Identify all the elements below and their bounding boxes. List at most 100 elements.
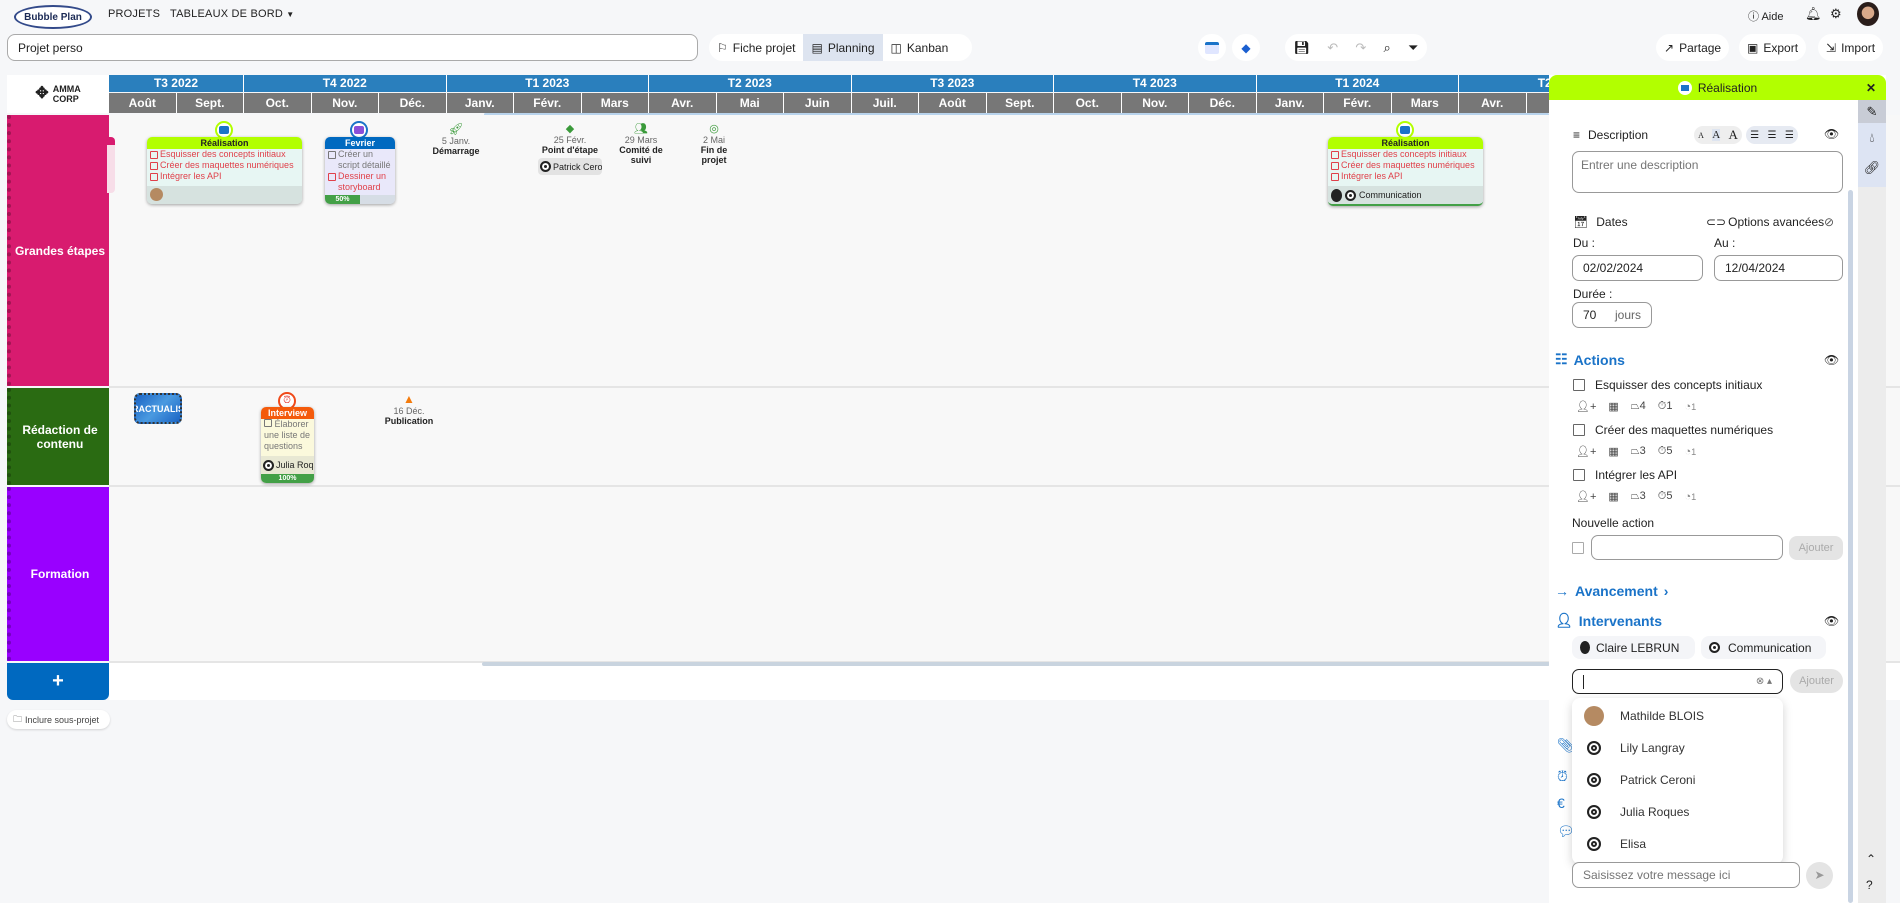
chevron-up-icon[interactable]: ⌃ [1866,852,1876,866]
add-user-icon[interactable]: 👤︎+ [1576,400,1596,413]
message-input[interactable] [1572,862,1800,888]
share-button[interactable]: ↗ Partage [1656,34,1730,61]
clear-and-caret-icons[interactable]: ⊗ ▴ [1756,676,1772,687]
add-user-icon[interactable]: 👤︎+ [1576,490,1596,503]
euro-icon[interactable]: € [1557,795,1565,811]
action-checkbox[interactable] [1573,379,1585,391]
card-task[interactable]: Esquisser des concepts initiaux [1328,149,1483,160]
eye-icon[interactable]: 👁︎ [1824,127,1839,141]
lightbulb-help-icon[interactable]: ? [1866,878,1873,892]
eye-icon[interactable]: 👁︎ [1824,353,1839,367]
duration-input[interactable]: 70 jours [1572,302,1652,328]
card-task[interactable]: Intégrer les API [1328,171,1483,182]
bell-icon[interactable]: 🔔︎ [1805,6,1822,22]
milestone-comite[interactable]: 👥︎ 29 Mars Comité de suivi [606,122,676,165]
dropdown-option[interactable]: Mathilde BLOIS [1572,701,1783,731]
nav-projects[interactable]: PROJETS [108,8,160,20]
card-task[interactable]: Créer des maquettes numériques [1328,160,1483,171]
font-small-icon[interactable]: A [1698,131,1704,140]
milestone-point-etape[interactable]: ◆25 Févr.Point d'étape Patrick Ceron [535,122,605,175]
card-task[interactable]: Esquisser des concepts initiaux [147,149,302,160]
card-realisation-selected[interactable]: Réalisation Esquisser des concepts initi… [1328,137,1483,206]
horizontal-scrollbar[interactable] [482,662,1550,666]
card-task[interactable]: Dessiner un storyboard [325,171,395,193]
milestone-view-button[interactable]: ◆ [1232,34,1260,61]
align-right-icon[interactable]: ☰ [1785,130,1794,141]
calendar-add-icon[interactable]: ▦ [1608,490,1618,503]
logo[interactable]: Bubble Plan [14,5,92,29]
dropdown-option[interactable]: Julia Roques [1572,797,1783,827]
from-date-input[interactable]: 02/02/2024 [1572,255,1703,281]
panel-scrollbar[interactable] [1848,190,1853,903]
action-item[interactable]: Intégrer les API [1573,468,1677,482]
align-left-icon[interactable]: ☰ [1750,130,1759,141]
people-combobox[interactable]: ⊗ ▴ [1572,669,1783,694]
search-icon[interactable]: ⌕ [1383,40,1390,56]
card-realisation[interactable]: Réalisation Esquisser des concepts initi… [147,137,302,204]
export-button[interactable]: ▣ Export [1739,34,1807,61]
calendar-add-icon[interactable]: ▦ [1608,400,1618,413]
card-interview[interactable]: Interview Élaborer une liste de question… [261,407,314,483]
row-label-formation[interactable]: Formation [7,487,109,661]
tab-fiche-projet[interactable]: ⚐ Fiche projet [709,34,803,61]
add-row-button[interactable]: + [7,663,109,700]
drop-icon[interactable]: 💧︎ [1869,123,1874,153]
assignee-chip[interactable]: Patrick Ceron [538,158,602,175]
row-label-redaction[interactable]: Rédaction de contenu [7,388,109,485]
align-center-icon[interactable]: ☰ [1768,130,1777,141]
new-action-input[interactable] [1591,535,1783,560]
alarm-icon[interactable]: ⏰︎ [1557,768,1568,785]
action-checkbox[interactable] [1573,469,1585,481]
filter-icon[interactable]: ⏷ [1408,40,1418,56]
font-large-icon[interactable]: A [1728,127,1737,143]
font-medium-icon[interactable]: A [1712,129,1721,141]
close-icon[interactable]: ✕ [1866,81,1876,95]
calendar-view-button[interactable] [1198,34,1226,61]
eye-off-icon[interactable]: ⊘ [1824,215,1834,229]
link-icon[interactable]: 🔗︎ [1864,153,1881,183]
progress-heading[interactable]: → Avancement › [1555,583,1668,599]
milestone-demarrage[interactable]: 🚀︎ 5 Janv. Démarrage [421,122,491,156]
edit-document-icon[interactable]: ✎ [1858,100,1886,123]
add-action-button[interactable]: Ajouter [1789,536,1843,560]
tab-kanban[interactable]: ◫ Kanban [883,34,957,61]
partial-card[interactable] [107,137,115,193]
card-task[interactable]: Créer des maquettes numériques [147,160,302,171]
add-user-icon[interactable]: 👤︎+ [1576,445,1596,458]
action-checkbox[interactable] [1573,424,1585,436]
calendar-add-icon[interactable]: ▦ [1608,445,1618,458]
milestone-publication[interactable]: ▲ 16 Déc. Publication [374,392,444,426]
save-icon[interactable]: 💾︎ [1294,40,1311,56]
new-action-checkbox[interactable] [1572,542,1584,554]
card-task[interactable]: Intégrer les API [147,171,302,182]
gear-icon[interactable]: ⚙ [1830,6,1842,22]
help-button[interactable]: ⓘ Aide [1748,8,1783,24]
ractualis-badge[interactable]: RACTUALIS [134,393,182,424]
dropdown-option[interactable]: Patrick Ceroni [1572,765,1783,795]
eye-icon[interactable]: 👁︎ [1824,614,1839,628]
redo-icon[interactable]: ↷ [1355,40,1366,56]
person-chip[interactable]: Communication [1701,636,1826,659]
include-subproject-button[interactable]: 🗀︎ Inclure sous-projet [7,710,110,729]
milestone-fin-projet[interactable]: ◎ 2 Mai Fin de projet [679,122,749,165]
send-button[interactable]: ➤ [1806,862,1833,889]
project-selector[interactable]: Projet perso [7,34,698,61]
person-chip[interactable]: Claire LEBRUN [1572,636,1695,659]
to-date-input[interactable]: 12/04/2024 [1714,255,1843,281]
add-person-button[interactable]: Ajouter [1790,669,1843,693]
dropdown-option[interactable]: Elisa [1572,829,1783,859]
avatar[interactable] [1857,2,1879,26]
description-input[interactable] [1572,151,1843,193]
card-fevrier[interactable]: Fevrier Créer un script détaillé Dessine… [325,137,395,204]
nav-dashboards[interactable]: TABLEAUX DE BORD ▼ [170,8,294,20]
row-label-grandes-etapes[interactable]: Grandes étapes [7,115,109,386]
card-task[interactable]: Créer un script détaillé [325,149,395,171]
import-button[interactable]: ⇲ Import [1818,34,1884,61]
dropdown-option[interactable]: Lily Langray [1572,733,1783,763]
advanced-options-toggle[interactable]: ⊂⊃ Options avancées [1706,215,1824,229]
undo-icon[interactable]: ↶ [1327,40,1338,56]
action-item[interactable]: Créer des maquettes numériques [1573,423,1773,437]
tab-planning[interactable]: ▤ Planning [803,34,883,61]
action-item[interactable]: Esquisser des concepts initiaux [1573,378,1762,392]
card-task[interactable]: Élaborer une liste de questions [261,419,314,452]
